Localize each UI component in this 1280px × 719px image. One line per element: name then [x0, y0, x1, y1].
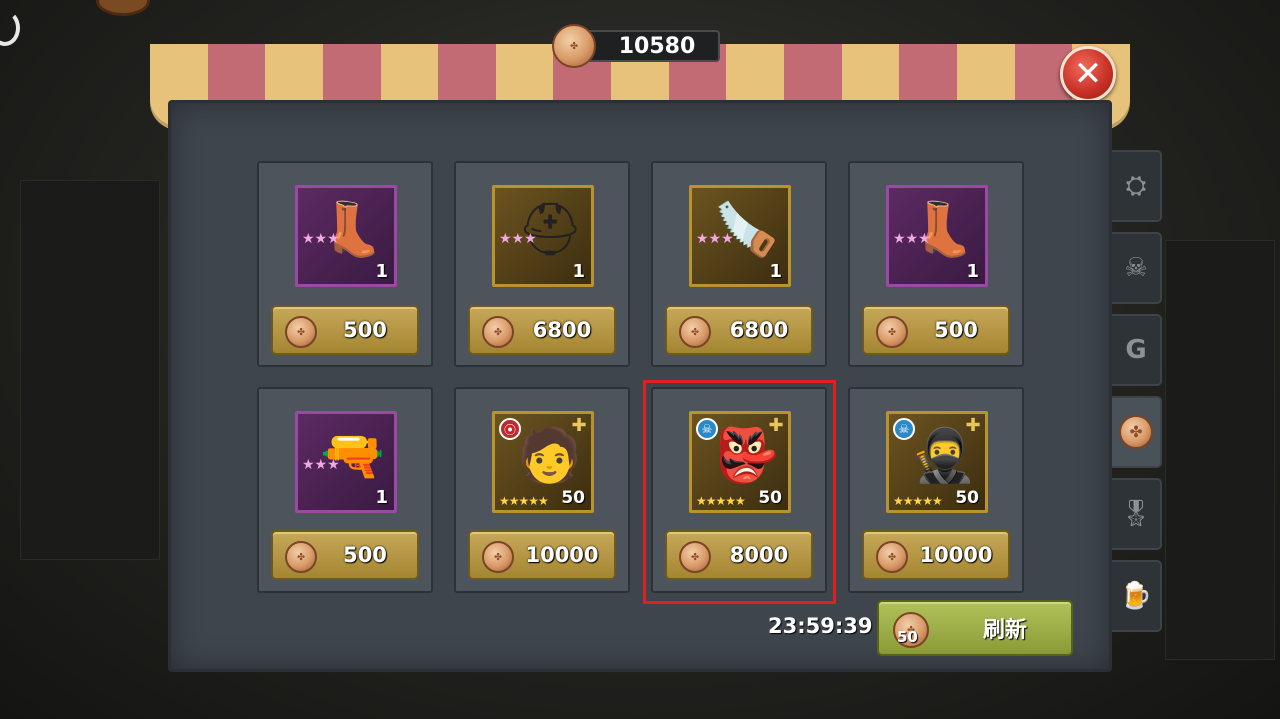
- item-stars: ★★★★★: [893, 494, 943, 508]
- coin-icon: [285, 541, 317, 573]
- coin-icon: [876, 541, 908, 573]
- item-quantity: 1: [769, 261, 782, 282]
- buy-button[interactable]: 6800: [665, 305, 813, 355]
- coin-icon: [285, 316, 317, 348]
- close-button[interactable]: ✕: [1060, 46, 1116, 102]
- mug-icon: 🍺: [1119, 581, 1153, 611]
- hero-portrait-icon: 🥷: [911, 426, 976, 486]
- buy-button[interactable]: 10000: [468, 530, 616, 580]
- buy-button[interactable]: 500: [271, 305, 419, 355]
- buy-button[interactable]: 500: [862, 305, 1010, 355]
- item-frame: 🪚 ★★★ 1: [689, 185, 791, 287]
- item-frame: 👢 ★★★ 1: [886, 185, 988, 287]
- item-price: 500: [343, 543, 387, 567]
- item-quantity: 1: [375, 261, 388, 282]
- shop-item-card[interactable]: 🧑 ⦿ ✚ ★★★★★ 50 10000: [454, 387, 630, 593]
- shard-puzzle-icon: ✚: [965, 415, 981, 436]
- chainsaw-icon: 🪚: [714, 200, 779, 260]
- item-frame: 🔫 ★★★ 1: [295, 411, 397, 513]
- top-left-decoration: [0, 10, 20, 46]
- refresh-cost: 50: [897, 628, 918, 646]
- boots-icon: 👢: [320, 200, 385, 260]
- item-price: 6800: [532, 318, 592, 342]
- item-stars: ★★★: [499, 231, 537, 247]
- coin-icon: [482, 316, 514, 348]
- coin-icon: [482, 541, 514, 573]
- side-tab-skull[interactable]: ☠: [1112, 232, 1162, 304]
- guild-g-icon: G: [1125, 335, 1147, 365]
- item-price: 500: [343, 318, 387, 342]
- shard-puzzle-icon: ✚: [571, 415, 587, 436]
- item-stars: ★★★: [302, 457, 340, 473]
- currency-balance: 10580: [552, 24, 720, 68]
- item-quantity: 50: [561, 488, 585, 508]
- revolver-icon: 🔫: [320, 426, 385, 486]
- side-tab-coin-shop[interactable]: [1112, 396, 1162, 468]
- shop-item-card[interactable]: 🪚 ★★★ 1 6800: [651, 161, 827, 367]
- item-stars: ★★★: [302, 231, 340, 247]
- buy-button[interactable]: 6800: [468, 305, 616, 355]
- item-quantity: 1: [966, 261, 979, 282]
- refresh-timer: 23:59:39: [768, 614, 873, 638]
- rank-icon: ⛭: [1125, 170, 1147, 201]
- background-building-right: [1165, 240, 1275, 660]
- buy-button[interactable]: 10000: [862, 530, 1010, 580]
- item-quantity: 50: [955, 488, 979, 508]
- faction-badge-icon: ☠: [893, 418, 915, 440]
- item-price: 10000: [919, 543, 993, 567]
- skull-badge-icon: ☠: [1124, 253, 1148, 283]
- medal-icon: 🎖: [1119, 499, 1153, 529]
- item-quantity: 1: [572, 261, 585, 282]
- coin-icon: [679, 316, 711, 348]
- coin-icon: [552, 24, 596, 68]
- shop-item-card[interactable]: 🥷 ☠ ✚ ★★★★★ 50 10000: [848, 387, 1024, 593]
- item-stars: ★★★★★: [499, 494, 549, 508]
- buy-button[interactable]: 500: [271, 530, 419, 580]
- side-tab-mug[interactable]: 🍺: [1112, 560, 1162, 632]
- side-tab-medal[interactable]: 🎖: [1112, 478, 1162, 550]
- coin-shop-icon: [1119, 415, 1153, 449]
- item-frame: 🥷 ☠ ✚ ★★★★★ 50: [886, 411, 988, 513]
- coin-icon: [876, 316, 908, 348]
- item-stars: ★★★: [696, 231, 734, 247]
- top-corner-avatar: [96, 0, 150, 16]
- faction-badge-icon: ⦿: [499, 418, 521, 440]
- boots-icon: 👢: [911, 200, 976, 260]
- refresh-button[interactable]: 50 刷新: [877, 600, 1073, 656]
- hero-portrait-icon: 🧑: [517, 426, 582, 486]
- side-tab-guild[interactable]: G: [1112, 314, 1162, 386]
- item-frame: ⛑ ★★★ 1: [492, 185, 594, 287]
- shop-item-card[interactable]: 🔫 ★★★ 1 500: [257, 387, 433, 593]
- helmet-icon: ⛑: [517, 200, 584, 260]
- item-frame: 👢 ★★★ 1: [295, 185, 397, 287]
- background-building-left: [20, 180, 160, 560]
- selected-item-highlight: [643, 380, 836, 604]
- item-price: 10000: [525, 543, 599, 567]
- shop-item-card[interactable]: 👢 ★★★ 1 500: [257, 161, 433, 367]
- item-price: 500: [934, 318, 978, 342]
- shop-item-card[interactable]: ⛑ ★★★ 1 6800: [454, 161, 630, 367]
- refresh-label: 刷新: [982, 618, 1027, 643]
- item-price: 6800: [729, 318, 789, 342]
- side-tab-rank[interactable]: ⛭: [1112, 150, 1162, 222]
- shop-item-card[interactable]: 👢 ★★★ 1 500: [848, 161, 1024, 367]
- item-stars: ★★★: [893, 231, 931, 247]
- item-quantity: 1: [375, 487, 388, 508]
- item-frame: 🧑 ⦿ ✚ ★★★★★ 50: [492, 411, 594, 513]
